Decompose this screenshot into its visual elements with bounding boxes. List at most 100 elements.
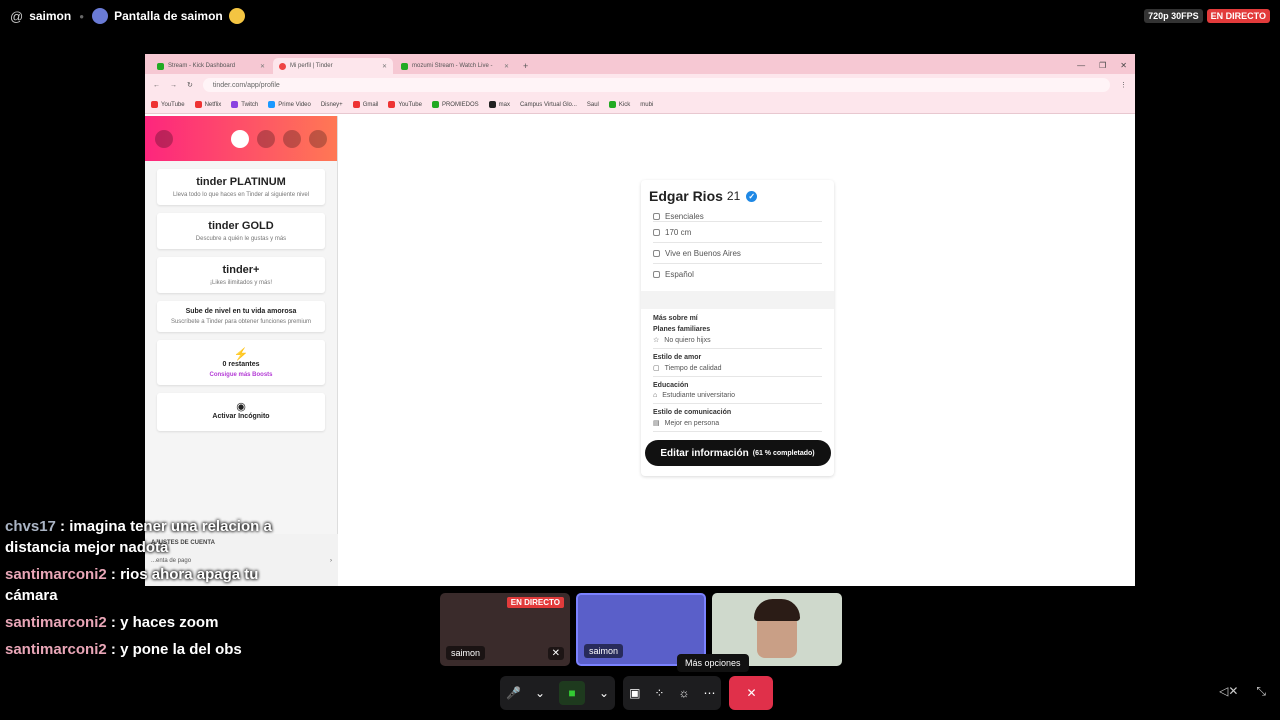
bookmark-youtube-2[interactable]: YouTube	[388, 101, 422, 108]
reload-icon[interactable]: ↻	[187, 81, 193, 89]
bookmark-youtube[interactable]: YouTube	[151, 101, 185, 108]
chat-user: santimarconi2	[5, 566, 107, 583]
bookmark-gmail[interactable]: Gmail	[352, 101, 379, 108]
bookmark-disney[interactable]: Disney+	[321, 102, 343, 108]
top-bar: @ saimon ● Pantalla de saimon 720p 30FPS…	[0, 0, 1280, 32]
item-value: Mejor en persona	[664, 419, 720, 427]
home-icon	[653, 249, 660, 257]
platinum-card[interactable]: tinder PLATINUM Lleva todo lo que haces …	[157, 169, 325, 205]
bookmark-kick[interactable]: Kick	[608, 101, 630, 108]
camera-icon[interactable]: ■	[559, 681, 586, 705]
minimize-icon[interactable]: —	[1077, 61, 1085, 70]
plus-card[interactable]: tinder+ ¡Likes ilimitados y más!	[157, 257, 325, 293]
bookmark-label: Saul	[586, 101, 599, 108]
participant-name: saimon	[584, 644, 624, 658]
netflix-icon	[194, 101, 202, 108]
more-about-me: Más sobre mí Planes familiares ☆ No quiero…	[641, 309, 834, 432]
boost-icon[interactable]	[231, 129, 249, 148]
av-controls: 🎤 ⌄ ■ ⌄	[500, 676, 616, 710]
chevron-down-icon[interactable]: ⌄	[535, 686, 545, 700]
emoji-avatar-icon	[228, 8, 245, 24]
volume-mute-icon[interactable]: ◁✕	[1219, 684, 1238, 699]
chat-user: santimarconi2	[5, 641, 107, 658]
incognito-label: Activar Incógnito	[212, 413, 270, 420]
bookmark-label: YouTube	[161, 101, 185, 108]
promiedos-icon	[431, 101, 439, 108]
webcam-hair	[754, 599, 800, 621]
new-tab-button[interactable]: +	[517, 61, 534, 74]
levelup-card[interactable]: Sube de nivel en tu vida amorosa Suscríb…	[157, 301, 325, 332]
chevron-down-icon[interactable]: ⌄	[599, 686, 609, 700]
stream-tile[interactable]: EN DIRECTO saimon ✕	[440, 593, 570, 666]
get-boosts-link[interactable]: Consigue más Boosts	[163, 372, 319, 378]
lightning-icon: ⚡	[233, 347, 249, 361]
activity-controls: ▣ ⁘ ☼ ⋯	[623, 676, 722, 710]
bookmark-label: Gmail	[362, 101, 379, 108]
host-name[interactable]: saimon	[29, 9, 71, 23]
close-window-icon[interactable]: ✕	[1120, 61, 1127, 70]
tab-label: mozumi Stream - Watch Live -	[412, 63, 493, 69]
plus-logo: tinder+	[222, 264, 260, 276]
back-icon[interactable]: ←	[153, 82, 160, 89]
gold-card[interactable]: tinder GOLD Descubre a quién le gustas y…	[157, 213, 325, 249]
card-text: Lleva todo lo que haces en Tinder al sig…	[172, 192, 310, 198]
bookmark-saul[interactable]: Saul	[587, 102, 599, 108]
chat-message: chvs17 : imagina tener una relacion a di…	[5, 518, 272, 556]
max-icon	[488, 101, 496, 108]
info-row: Esenciales	[653, 212, 822, 222]
briefcase-icon[interactable]	[283, 129, 301, 148]
more-options-icon[interactable]: ⋯	[703, 686, 715, 700]
kick-icon	[157, 62, 164, 70]
chevron-right-icon: ›	[330, 558, 332, 564]
bookmark-max[interactable]: max	[488, 101, 510, 108]
chat-overlay: chvs17 : imagina tener una relacion a di…	[5, 516, 305, 666]
avatar	[92, 8, 109, 24]
extensions-icon[interactable]: ⋮	[1120, 81, 1127, 89]
twitch-icon	[231, 101, 239, 108]
profile-name-row: Edgar Rios 21 ✓	[641, 180, 834, 212]
boost-card[interactable]: ⚡ 0 restantes Consigue más Boosts	[157, 340, 325, 385]
bookmark-label: max	[498, 101, 510, 108]
close-icon[interactable]: ✕	[382, 63, 387, 70]
profile-avatar[interactable]	[155, 129, 173, 148]
bookmark-netflix[interactable]: Netflix	[194, 101, 222, 108]
ruler-icon	[653, 228, 660, 236]
tab-watch-live[interactable]: mozumi Stream - Watch Live - ✕	[395, 58, 515, 74]
more-header: Más sobre mí	[653, 315, 698, 322]
bookmark-twitch[interactable]: Twitch	[231, 101, 258, 108]
edit-info-button[interactable]: Editar información (61 % completado)	[644, 440, 831, 466]
tab-kick-dashboard[interactable]: Stream - Kick Dashboard ✕	[151, 58, 271, 74]
exit-fullscreen-icon[interactable]: ⤡	[1256, 684, 1266, 699]
microphone-icon[interactable]: 🎤	[506, 686, 521, 700]
soundboard-icon[interactable]: ☼	[678, 686, 689, 700]
incognito-card[interactable]: ◉ Activar Incógnito	[157, 393, 325, 431]
bookmark-promiedos[interactable]: PROMIEDOS	[431, 101, 479, 108]
incognito-icon: ◉	[236, 401, 246, 413]
address-bar-row: ← → ↻ tinder.com/app/profile ⋮	[145, 74, 1135, 96]
tab-tinder-profile[interactable]: Mi perfil | Tinder ✕	[273, 58, 393, 74]
tinder-icon	[279, 62, 286, 70]
gmail-icon	[352, 101, 360, 108]
forward-icon[interactable]: →	[170, 82, 177, 89]
shield-icon[interactable]	[309, 129, 327, 148]
close-icon[interactable]: ✕	[504, 63, 509, 70]
bottom-right-controls: ◁✕ ⤡	[1219, 684, 1266, 699]
bookmark-label: Netflix	[204, 101, 222, 108]
window-controls: — ❐ ✕	[1069, 61, 1135, 74]
bookmark-campus[interactable]: Campus Virtual Glo...	[520, 102, 577, 108]
info-text: 170 cm	[665, 227, 692, 237]
sidebar-header	[145, 116, 337, 161]
bookmark-mubi[interactable]: mubi	[640, 102, 653, 108]
quality-badge: 720p 30FPS	[1144, 9, 1203, 23]
close-icon[interactable]: ✕	[260, 63, 265, 70]
bookmark-label: Disney+	[320, 101, 343, 108]
screen-share-icon[interactable]: ▣	[629, 686, 640, 700]
url-input[interactable]: tinder.com/app/profile	[202, 78, 1110, 92]
disconnect-button[interactable]: ✕	[729, 676, 774, 710]
bookmark-prime[interactable]: Prime Video	[268, 101, 311, 108]
activities-icon[interactable]: ⁘	[654, 686, 664, 700]
explore-icon[interactable]	[257, 129, 275, 148]
info-text: Vive en Buenos Aires	[665, 248, 741, 258]
maximize-icon[interactable]: ❐	[1099, 61, 1106, 70]
chat-user: santimarconi2	[5, 614, 107, 631]
